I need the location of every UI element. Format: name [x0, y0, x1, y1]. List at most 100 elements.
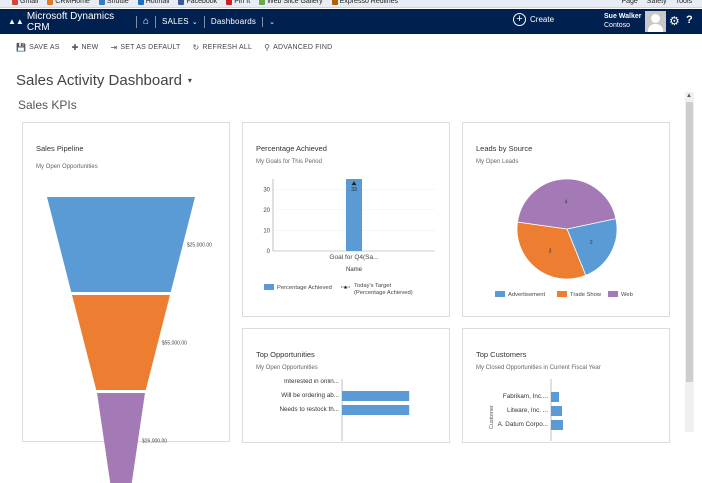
set-default-icon: ⇥ [110, 42, 118, 52]
bookmark-5[interactable]: Pin It [226, 0, 250, 5]
percentage-achieved-card[interactable]: Percentage Achieved My Goals for This Pe… [242, 122, 450, 317]
scroll-up-icon[interactable]: ▲ [686, 93, 692, 99]
avatar-head-shape [651, 14, 660, 23]
funnel-stage-label: $25,000.00 [187, 243, 212, 249]
bookmark-label: Shuttle [106, 0, 129, 5]
bookmark-icon [178, 0, 185, 5]
avatar[interactable] [645, 11, 666, 32]
data-label: 33 [351, 187, 357, 193]
bookmark-icon [259, 0, 266, 5]
card-title: Top Customers [476, 350, 527, 359]
app-name: Microsoft Dynamics CRM [26, 10, 115, 33]
bookmark-icon [47, 0, 54, 5]
top-customers-card[interactable]: Top Customers My Closed Opportunities in… [462, 328, 670, 443]
bar-1[interactable] [342, 391, 410, 401]
pie-data-label: 3 [549, 249, 552, 255]
nav-subarea-dashboards[interactable]: Dashboards ⌄ [210, 16, 276, 27]
chevron-down-icon: ▾ [187, 76, 192, 85]
home-icon[interactable]: ⌂ [143, 16, 149, 27]
bookmark-icon [12, 0, 18, 5]
command-label: NEW [81, 43, 99, 51]
category-label: Needs to restock th... [280, 406, 340, 413]
card-title: Top Opportunities [256, 350, 315, 359]
refresh-icon: ↻ [192, 42, 200, 52]
percentage-bar-chart: 0 10 20 30 33 Goal for Q4(Sa... Name Percentage… [263, 179, 435, 296]
command-label: SAVE AS [29, 43, 60, 51]
bookmark-label: Web Slice Gallery [267, 0, 323, 5]
bookmark-6[interactable]: Web Slice Gallery [259, 0, 323, 5]
browser-tool-menu[interactable]: Safety [647, 0, 667, 5]
browser-tool-menu[interactable]: Tools [676, 0, 692, 5]
user-name: Sue Walker [604, 13, 642, 20]
bookmark-icon [137, 0, 144, 5]
category-label: Litware, Inc. ... [507, 407, 548, 414]
nav-subarea-label: Dashboards [210, 17, 257, 26]
command-refresh-all-button[interactable]: ↻ REFRESH ALL [193, 43, 253, 52]
help-icon[interactable]: ? [686, 14, 693, 26]
category-label: Fabrikam, Inc.... [503, 393, 548, 400]
bookmark-7[interactable]: Expresso Redlines [331, 0, 398, 5]
category-label: Will be ordering ab... [281, 392, 339, 399]
card-subtitle: My Goals for This Period [256, 159, 322, 165]
bookmark-icon [331, 0, 338, 5]
nav-divider [203, 15, 205, 28]
nav-divider [155, 15, 157, 28]
leads-by-source-card[interactable]: Leads by Source My Open Leads 2 3 4 Adverti… [462, 122, 670, 317]
section-title: Sales KPIs [18, 98, 77, 112]
pie-data-label: 4 [565, 200, 568, 206]
legend-swatch [495, 291, 505, 297]
legend-label: Trade Show [570, 292, 602, 298]
bookmark-1[interactable]: CRMHome [47, 0, 90, 5]
card-subtitle: My Open Leads [476, 159, 519, 165]
plus-circle-icon: + [513, 13, 526, 26]
y-tick-label: 20 [263, 208, 270, 214]
bar-0[interactable] [551, 392, 559, 402]
scrollbar-thumb[interactable] [686, 102, 693, 382]
card-title: Percentage Achieved [256, 144, 327, 153]
crm-nav-bar: ▲▲ Microsoft Dynamics CRM ⌂ SALES ⌄ Dash… [0, 9, 702, 34]
command-new-button[interactable]: ✚ NEW [72, 43, 99, 52]
command-label: ADVANCED FIND [273, 43, 333, 51]
legend-label: Today's Target (Percentage Achieved) [354, 283, 413, 296]
funnel-stage-2[interactable] [97, 393, 145, 483]
advanced-find-icon: ⚲ [264, 42, 271, 52]
create-button[interactable]: + Create [513, 13, 554, 26]
funnel-stage-1[interactable] [72, 295, 170, 390]
nav-area-sales[interactable]: SALES ⌄ [162, 17, 198, 26]
chevron-down-icon: ⌄ [269, 18, 276, 26]
avatar-body-shape [648, 24, 663, 32]
nav-divider [262, 16, 264, 27]
command-set-as-default-button[interactable]: ⇥ SET AS DEFAULT [110, 43, 180, 52]
bookmark-2[interactable]: Shuttle [98, 0, 129, 5]
sales-pipeline-card[interactable]: Sales Pipeline My Open Opportunities $25… [22, 122, 230, 483]
bookmark-4[interactable]: Facebook [178, 0, 217, 5]
bar-1[interactable] [551, 406, 562, 416]
bar-2[interactable] [342, 405, 410, 415]
pie-data-label: 2 [590, 240, 593, 246]
bookmark-label: Pin It [234, 0, 251, 5]
bookmark-label: Hotmail [145, 0, 170, 5]
save-icon: 💾 [16, 42, 27, 52]
command-advanced-find-button[interactable]: ⚲ ADVANCED FIND [264, 43, 332, 52]
new-icon: ✚ [71, 42, 79, 52]
chevron-down-icon: ⌄ [191, 18, 198, 26]
bookmark-3[interactable]: Hotmail [137, 0, 170, 5]
bookmark-0[interactable]: Gmail [12, 0, 38, 5]
legend-label: Advertisement [508, 292, 545, 298]
gear-icon[interactable]: ⚙ [669, 14, 680, 28]
app-logo[interactable]: ▲▲ Microsoft Dynamics CRM [0, 11, 130, 33]
browser-tool-menu[interactable]: Page [621, 0, 637, 5]
browser-tools: Page Safety Tools [621, 0, 702, 5]
y-tick-label: 0 [267, 249, 271, 255]
top-opportunities-card[interactable]: Top Opportunities My Open Opportunities … [242, 328, 450, 443]
legend-swatch [557, 291, 567, 297]
bar-2[interactable] [551, 420, 563, 430]
x-category-label: Goal for Q4(Sa... [329, 254, 378, 261]
dashboard-selector[interactable]: Sales Activity Dashboard ▾ [16, 72, 192, 89]
funnel-stage-0[interactable] [47, 197, 195, 292]
funnel-stage-label: $26,000.00 [142, 439, 167, 445]
command-save-as-button[interactable]: 💾 SAVE AS [16, 43, 60, 52]
user-info[interactable]: Sue Walker Contoso [604, 12, 641, 30]
nav-area-label: SALES [162, 17, 189, 26]
page-scrollbar[interactable]: ▲ [685, 92, 694, 432]
